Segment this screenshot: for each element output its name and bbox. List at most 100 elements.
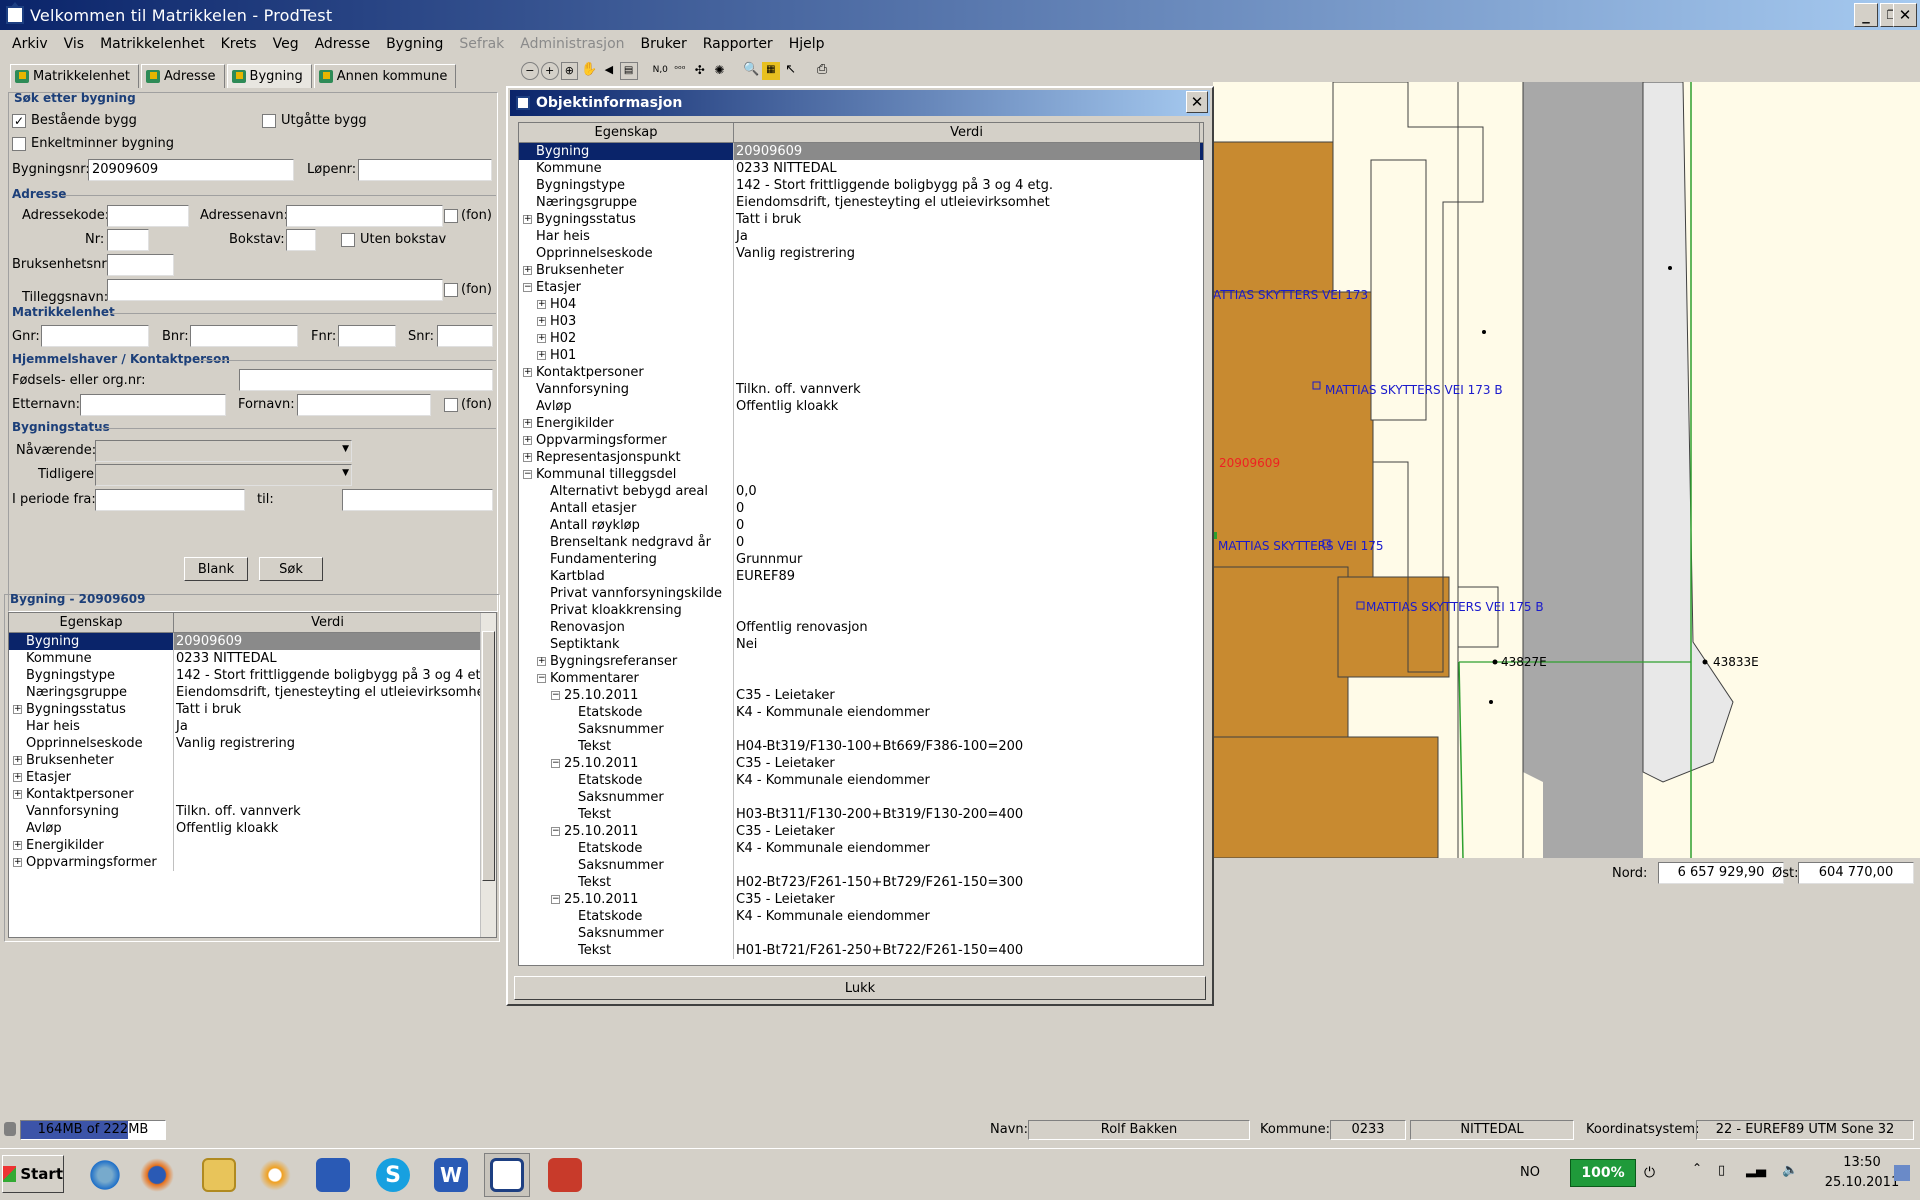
- table-row[interactable]: + H02: [519, 330, 1203, 347]
- clock-date[interactable]: 25.10.2011: [1822, 1175, 1902, 1190]
- tab-annen-kommune[interactable]: Annen kommune: [313, 64, 457, 88]
- table-row[interactable]: Tekst H02-Bt723/F261-150+Bt729/F261-150=3…: [519, 874, 1203, 891]
- table-row[interactable]: Saksnummer: [519, 925, 1203, 942]
- expand-icon[interactable]: +: [13, 773, 22, 782]
- document-icon[interactable]: ▤: [619, 62, 638, 80]
- menu-veg[interactable]: Veg: [265, 36, 307, 52]
- collapse-icon[interactable]: −: [551, 895, 560, 904]
- table-row[interactable]: + Bygningsreferanser: [519, 653, 1203, 670]
- measure-icon[interactable]: N,0: [651, 62, 669, 80]
- show-desktop-icon[interactable]: [1894, 1165, 1910, 1181]
- table-row[interactable]: Kommune 0233 NITTEDAL: [9, 650, 496, 667]
- language-indicator[interactable]: NO: [1520, 1165, 1540, 1180]
- fornavn-fon-checkbox[interactable]: [444, 398, 458, 412]
- file-explorer-icon[interactable]: [196, 1153, 242, 1197]
- search-icon[interactable]: 🔍: [742, 62, 760, 80]
- table-row[interactable]: Privat vannforsyningskilde: [519, 585, 1203, 602]
- column-header-verdi[interactable]: Verdi: [174, 613, 482, 632]
- table-row[interactable]: Brenseltank nedgravd år 0: [519, 534, 1203, 551]
- table-row[interactable]: −25.10.2011 C35 - Leietaker: [519, 687, 1203, 704]
- map-view[interactable]: ATTIAS SKYTTERS VEI 173 MATTIAS SKYTTERS…: [1213, 82, 1920, 858]
- fodsels-input[interactable]: [239, 369, 493, 391]
- expand-icon[interactable]: +: [537, 300, 546, 309]
- adobe-icon[interactable]: [542, 1153, 588, 1197]
- menu-matrikkelenhet[interactable]: Matrikkelenhet: [92, 36, 212, 52]
- tilleggsnavn-fon-checkbox[interactable]: [444, 283, 458, 297]
- expand-icon[interactable]: +: [523, 453, 532, 462]
- expand-icon[interactable]: +: [537, 351, 546, 360]
- print-icon[interactable]: ⎙: [813, 62, 831, 80]
- table-row[interactable]: + Bygningsstatus Tatt i bruk: [519, 211, 1203, 228]
- column-header-egenskap[interactable]: Egenskap: [9, 613, 174, 632]
- select-arrow-icon[interactable]: ↖: [782, 62, 800, 80]
- column-header-verdi[interactable]: Verdi: [734, 123, 1200, 142]
- table-row[interactable]: + Oppvarmingsformer: [9, 854, 496, 871]
- table-row[interactable]: Privat kloakkrensing: [519, 602, 1203, 619]
- menu-rapporter[interactable]: Rapporter: [695, 36, 781, 52]
- volume-icon[interactable]: 🔈: [1782, 1163, 1798, 1178]
- minimize-button[interactable]: _: [1854, 3, 1878, 27]
- table-row[interactable]: −25.10.2011 C35 - Leietaker: [519, 755, 1203, 772]
- table-row[interactable]: − Kommunal tilleggsdel: [519, 466, 1203, 483]
- table-row[interactable]: + Energikilder: [9, 837, 496, 854]
- table-row[interactable]: + Oppvarmingsformer: [519, 432, 1203, 449]
- table-row[interactable]: + H04: [519, 296, 1203, 313]
- scroll-thumb[interactable]: [482, 631, 495, 881]
- menu-vis[interactable]: Vis: [56, 36, 92, 52]
- blank-button[interactable]: Blank: [184, 557, 248, 581]
- table-row[interactable]: Renovasjon Offentlig renovasjon: [519, 619, 1203, 636]
- word-icon[interactable]: W: [428, 1153, 474, 1197]
- nr-input[interactable]: [107, 229, 149, 251]
- tidligere-select[interactable]: ▼: [95, 464, 352, 486]
- snr-input[interactable]: [437, 325, 493, 347]
- vertical-scrollbar[interactable]: [480, 613, 496, 937]
- internet-explorer-icon[interactable]: [82, 1153, 128, 1197]
- fnr-input[interactable]: [338, 325, 396, 347]
- table-row[interactable]: Avløp Offentlig kloakk: [519, 398, 1203, 415]
- expand-icon[interactable]: +: [537, 657, 546, 666]
- table-row[interactable]: Etatskode K4 - Kommunale eiendommer: [519, 772, 1203, 789]
- table-row[interactable]: Vannforsyning Tilkn. off. vannverk: [519, 381, 1203, 398]
- table-row[interactable]: Tekst H04-Bt319/F130-100+Bt669/F386-100=2…: [519, 738, 1203, 755]
- zoom-out-icon[interactable]: −: [521, 62, 539, 80]
- tab-adresse[interactable]: Adresse: [141, 64, 225, 88]
- collapse-icon[interactable]: −: [523, 470, 532, 479]
- table-row[interactable]: Bygning 20909609: [519, 143, 1203, 160]
- table-row[interactable]: Har heis Ja: [9, 718, 496, 735]
- expand-icon[interactable]: +: [523, 368, 532, 377]
- expand-icon[interactable]: +: [13, 790, 22, 799]
- expand-icon[interactable]: +: [537, 317, 546, 326]
- table-row[interactable]: Septiktank Nei: [519, 636, 1203, 653]
- matrikkel-app-icon[interactable]: [484, 1153, 530, 1197]
- device-icon[interactable]: ▯: [1718, 1163, 1725, 1178]
- table-row[interactable]: Antall etasjer 0: [519, 500, 1203, 517]
- menu-bygning[interactable]: Bygning: [378, 36, 451, 52]
- power-plug-icon[interactable]: ⏻: [1644, 1165, 1655, 1181]
- table-row[interactable]: Avløp Offentlig kloakk: [9, 820, 496, 837]
- table-row[interactable]: Alternativt bebygd areal 0,0: [519, 483, 1203, 500]
- bokstav-input[interactable]: [286, 229, 316, 251]
- periode-fra-input[interactable]: [95, 489, 245, 511]
- column-header-egenskap[interactable]: Egenskap: [519, 123, 734, 142]
- menu-hjelp[interactable]: Hjelp: [781, 36, 833, 52]
- zoom-fit-icon[interactable]: ⊕: [560, 62, 579, 80]
- search-button[interactable]: Søk: [259, 557, 323, 581]
- enkeltminner-checkbox[interactable]: [12, 137, 26, 151]
- table-row[interactable]: + Representasjonspunkt: [519, 449, 1203, 466]
- table-row[interactable]: + Bruksenheter: [9, 752, 496, 769]
- collapse-icon[interactable]: −: [551, 691, 560, 700]
- bygningsnr-input[interactable]: 20909609: [88, 159, 294, 181]
- back-icon[interactable]: ◀: [600, 62, 618, 80]
- network-icon[interactable]: ▂▄: [1746, 1163, 1766, 1178]
- dialog-close-icon[interactable]: ✕: [1186, 91, 1208, 113]
- outlook-icon[interactable]: [252, 1153, 298, 1197]
- layers-icon[interactable]: ▦: [761, 62, 780, 80]
- start-button[interactable]: Start: [2, 1155, 64, 1193]
- table-row[interactable]: Fundamentering Grunnmur: [519, 551, 1203, 568]
- table-row[interactable]: − Kommentarer: [519, 670, 1203, 687]
- lopenr-input[interactable]: [358, 159, 492, 181]
- table-row[interactable]: − Etasjer: [519, 279, 1203, 296]
- table-row[interactable]: + Kontaktpersoner: [519, 364, 1203, 381]
- close-dialog-button[interactable]: Lukk: [514, 976, 1206, 1000]
- bestaende-checkbox[interactable]: ✓: [12, 114, 26, 128]
